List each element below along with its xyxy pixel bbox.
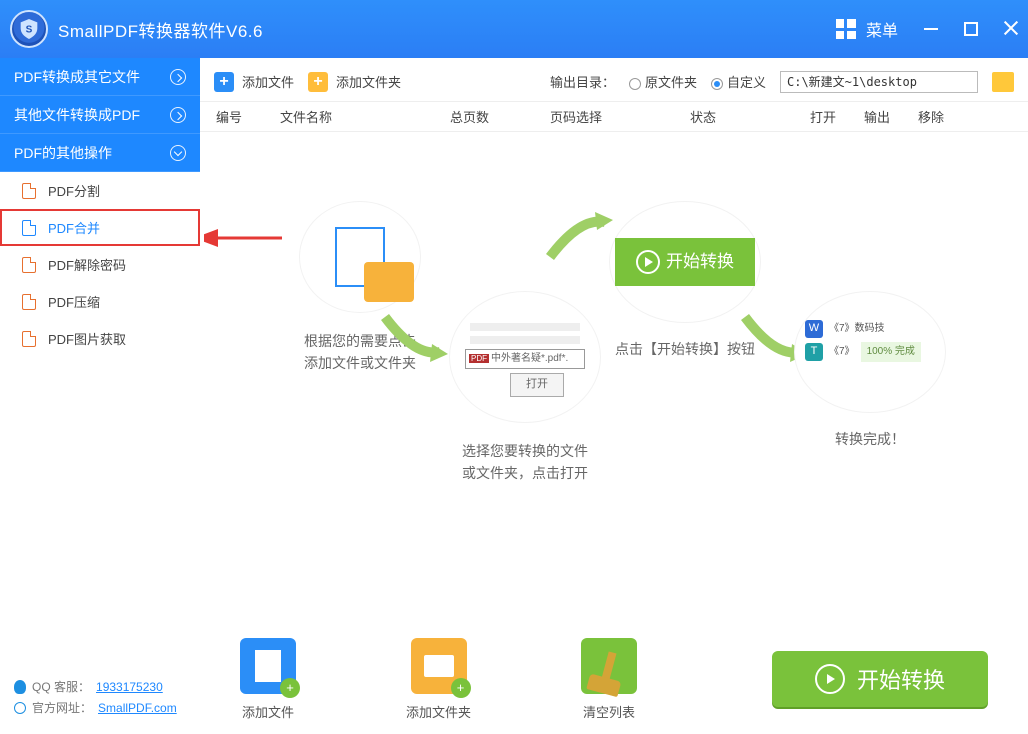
action-add-folder[interactable]: 添加文件夹 (406, 638, 471, 721)
doc-icon (22, 294, 36, 310)
add-file-button[interactable]: + 添加文件 (214, 72, 294, 92)
chevron-down-icon (170, 145, 186, 161)
start-illustration: 开始转换 (610, 202, 760, 322)
add-file-illustration (300, 202, 420, 312)
button-label: 开始转换 (857, 663, 945, 695)
grid-icon (836, 19, 856, 39)
toolbar: + 添加文件 + 添加文件夹 输出目录： 原文件夹 自定义 (200, 62, 1028, 102)
sidebar-item-pdf-merge[interactable]: PDF合并 (0, 209, 200, 246)
start-convert-button[interactable]: 开始转换 (772, 651, 988, 707)
sidebar-cat-pdf-to-other[interactable]: PDF转换成其它文件 (0, 58, 200, 96)
globe-icon (14, 702, 26, 714)
app-logo: S (10, 10, 48, 48)
sidebar: PDF转换成其它文件 其他文件转换成PDF PDF的其他操作 PDF分割 PDF… (0, 58, 200, 734)
broom-icon (581, 638, 637, 694)
button-label: 添加文件夹 (336, 72, 401, 91)
col-status: 状态 (690, 107, 810, 126)
main-content: + 添加文件 + 添加文件夹 输出目录： 原文件夹 自定义 编号 文件名称 总页… (200, 58, 1028, 734)
sidebar-item-label: PDF图片获取 (48, 329, 126, 348)
qq-label: QQ 客服： (32, 678, 90, 695)
action-add-file[interactable]: 添加文件 (240, 638, 296, 721)
sidebar-item-pdf-split[interactable]: PDF分割 (0, 172, 200, 209)
txt-icon: T (805, 343, 823, 361)
word-icon: W (805, 320, 823, 338)
plus-icon: + (308, 72, 328, 92)
title-bar: S SmallPDF转换器软件V6.6 菜单 (0, 0, 1028, 58)
doc-icon (22, 257, 36, 273)
sidebar-item-label: PDF分割 (48, 181, 100, 200)
plus-icon: + (214, 72, 234, 92)
radio-original-folder[interactable]: 原文件夹 (629, 72, 697, 91)
sidebar-cat-pdf-ops[interactable]: PDF的其他操作 (0, 134, 200, 172)
col-pages: 总页数 (450, 107, 550, 126)
bottom-actions: 添加文件 添加文件夹 清空列表 开始转换 (200, 634, 1028, 734)
sidebar-footer: QQ 客服： 1933175230 官方网址： SmallPDF.com (0, 664, 200, 734)
folder-icon (411, 638, 467, 694)
table-header: 编号 文件名称 总页数 页码选择 状态 打开 输出 移除 (200, 102, 1028, 132)
sidebar-item-label: PDF压缩 (48, 292, 100, 311)
sidebar-item-pdf-extract-images[interactable]: PDF图片获取 (0, 320, 200, 357)
radio-custom[interactable]: 自定义 (711, 72, 766, 91)
output-path-input[interactable] (780, 71, 978, 93)
action-label: 添加文件 (240, 702, 296, 721)
sidebar-item-label: PDF解除密码 (48, 255, 126, 274)
svg-text:S: S (26, 24, 33, 35)
app-title: SmallPDF转换器软件V6.6 (58, 17, 263, 42)
sidebar-cat-label: PDF转换成其它文件 (14, 67, 140, 87)
doc-icon (22, 183, 36, 199)
file-icon (240, 638, 296, 694)
chevron-right-icon (170, 69, 186, 85)
done-illustration: W《7》数码技 T《7》100% 完成 (795, 292, 945, 412)
minimize-button[interactable] (924, 22, 938, 36)
qq-icon (14, 680, 26, 694)
chevron-right-icon (170, 107, 186, 123)
col-id: 编号 (210, 107, 280, 126)
output-label: 输出目录： (550, 72, 615, 91)
sidebar-item-pdf-unlock[interactable]: PDF解除密码 (0, 246, 200, 283)
col-name: 文件名称 (280, 107, 450, 126)
action-label: 添加文件夹 (406, 702, 471, 721)
doc-icon (22, 331, 36, 347)
col-output: 输出 (864, 107, 918, 126)
action-label: 清空列表 (581, 702, 637, 721)
guide-step-4: W《7》数码技 T《7》100% 完成 转换完成！ (770, 292, 970, 450)
browse-folder-button[interactable] (992, 72, 1014, 92)
guide-area: 根据您的需要点击 添加文件或文件夹 PDF中外著名疑*.pdf*. 打开 选择您… (200, 132, 1028, 634)
qq-link[interactable]: 1933175230 (96, 680, 163, 694)
menu-button[interactable]: 菜单 (836, 17, 898, 41)
site-label: 官方网址： (32, 699, 92, 716)
file-dialog-illustration: PDF中外著名疑*.pdf*. 打开 (450, 292, 600, 422)
col-range: 页码选择 (550, 107, 690, 126)
close-button[interactable] (1004, 22, 1018, 36)
col-remove: 移除 (918, 107, 972, 126)
menu-label: 菜单 (866, 17, 898, 41)
play-icon (636, 250, 660, 274)
doc-icon (22, 220, 36, 236)
col-open: 打开 (810, 107, 864, 126)
sidebar-item-pdf-compress[interactable]: PDF压缩 (0, 283, 200, 320)
add-folder-button[interactable]: + 添加文件夹 (308, 72, 401, 92)
site-link[interactable]: SmallPDF.com (98, 701, 177, 715)
action-clear-list[interactable]: 清空列表 (581, 638, 637, 721)
play-icon (815, 664, 845, 694)
sidebar-cat-other-to-pdf[interactable]: 其他文件转换成PDF (0, 96, 200, 134)
button-label: 添加文件 (242, 72, 294, 91)
sidebar-item-label: PDF合并 (48, 218, 100, 237)
sidebar-cat-label: PDF的其他操作 (14, 143, 112, 163)
maximize-button[interactable] (964, 22, 978, 36)
sidebar-cat-label: 其他文件转换成PDF (14, 105, 140, 125)
